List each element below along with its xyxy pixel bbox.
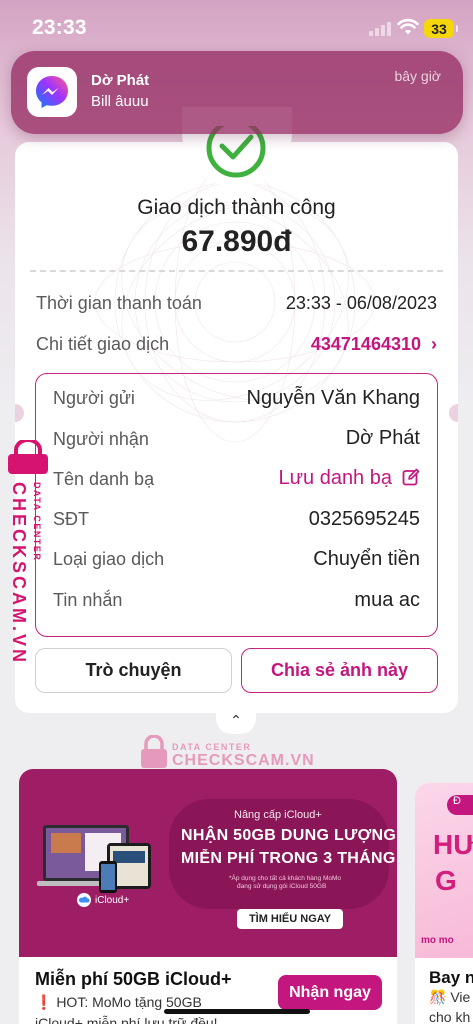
transaction-type-label: Loại giao dịch	[53, 549, 165, 569]
promo-card-icloud[interactable]: iCloud+ Nâng cấp iCloud+ NHẬN 50GB DUNG …	[19, 769, 397, 1024]
icloud-tag: iCloud+	[77, 893, 129, 907]
notification-time: bây giờ	[394, 68, 441, 84]
watermark-brand: CHECKSCAM.VN	[172, 752, 315, 769]
center-watermark: DATA CENTER CHECKSCAM.VN	[140, 735, 340, 775]
battery-indicator: 33	[424, 19, 458, 38]
card-notch-left	[15, 404, 24, 422]
battery-level: 33	[431, 20, 447, 37]
phone-label: SĐT	[53, 509, 89, 529]
sender-label: Người gửi	[53, 388, 135, 408]
promo-subtitle-2: iCloud+ miễn phí lưu trữ đều!	[35, 1015, 218, 1024]
cellular-signal-icon	[369, 22, 391, 36]
transaction-details-box: Người gửi Nguyễn Văn Khang Người nhận Dờ…	[35, 373, 438, 637]
wifi-icon	[397, 18, 419, 35]
banner-headline-1: NHẬN 50GB DUNG LƯỢNG	[181, 827, 397, 844]
promo2-pill: Đ	[447, 795, 473, 815]
promo2-subtitle-1: 🎊 Vie	[429, 989, 471, 1005]
save-contact-label: Lưu danh bạ	[278, 467, 393, 489]
notification-banner[interactable]: Dờ Phát Bill âuuu bây giờ	[11, 51, 463, 134]
promo-title: Miễn phí 50GB iCloud+	[35, 969, 232, 989]
devices-illustration	[37, 825, 151, 893]
transaction-id-link[interactable]: 43471464310 ›	[311, 334, 437, 355]
watermark-sub: DATA CENTER	[172, 742, 252, 752]
home-indicator[interactable]	[164, 1009, 310, 1014]
banner-headline-2: MIỄN PHÍ TRONG 3 THÁNG	[181, 850, 396, 867]
chevron-right-icon: ›	[431, 334, 437, 354]
recipient-value: Dờ Phát	[345, 427, 420, 449]
phone-value: 0325695245	[308, 508, 420, 530]
icloud-icon	[77, 893, 91, 907]
transaction-type-value: Chuyển tiền	[313, 548, 420, 570]
banner-learn-more-button[interactable]: TÌM HIỂU NGAY	[237, 909, 343, 929]
lock-icon	[141, 735, 167, 768]
icloud-tag-label: iCloud+	[95, 894, 130, 906]
claim-now-button[interactable]: Nhận ngay	[278, 975, 382, 1010]
transaction-amount: 67.890đ	[181, 225, 292, 258]
edit-icon	[402, 468, 420, 486]
promo2-banner: Đ HƯ G mo mo	[415, 783, 473, 958]
promo2-headline-2: G	[435, 865, 457, 896]
notification-title: Dờ Phát	[91, 72, 150, 89]
watermark-brand: CHECKSCAM.VN	[9, 482, 29, 666]
momo-logo: mo mo	[421, 935, 454, 946]
promo-card-flight[interactable]: Đ HƯ G mo mo Bay n 🎊 Vie cho kh	[415, 783, 473, 1024]
sender-value: Nguyễn Văn Khang	[246, 387, 420, 409]
promo-banner: iCloud+ Nâng cấp iCloud+ NHẬN 50GB DUNG …	[19, 769, 397, 957]
status-time: 23:33	[32, 16, 87, 39]
check-circle-icon	[206, 126, 266, 178]
messenger-icon	[27, 67, 77, 117]
transaction-status: Giao dịch thành công	[137, 196, 336, 219]
promo2-headline-1: HƯ	[433, 829, 473, 860]
share-image-button[interactable]: Chia sẻ ảnh này	[241, 648, 438, 693]
status-bar: 23:33 33	[0, 0, 473, 58]
banner-note-2: đang sử dụng gói iCloud 50GB	[237, 883, 327, 890]
payment-time-value: 23:33 - 06/08/2023	[285, 293, 437, 313]
chevron-up-icon: ⌃	[230, 712, 242, 728]
side-watermark: CHECKSCAM.VN DATA CENTER	[4, 440, 52, 665]
recipient-label: Người nhận	[53, 429, 149, 449]
contact-name-label: Tên danh bạ	[53, 469, 155, 489]
watermark-sub: DATA CENTER	[32, 482, 42, 562]
message-label: Tin nhắn	[53, 590, 123, 610]
promo2-subtitle-2: cho kh	[429, 1009, 471, 1024]
dashed-divider	[30, 270, 443, 272]
lock-icon	[8, 440, 48, 474]
collapse-handle[interactable]: ⌃	[216, 708, 256, 734]
notification-body: Bill âuuu	[91, 93, 149, 110]
card-notch-right	[449, 404, 458, 422]
banner-subheading: Nâng cấp iCloud+	[234, 809, 322, 821]
message-value: mua ac	[354, 589, 420, 611]
transaction-id: 43471464310	[310, 334, 421, 354]
payment-time-label: Thời gian thanh toán	[36, 293, 202, 313]
chat-button[interactable]: Trò chuyện	[35, 648, 232, 693]
banner-note-1: *Áp dụng cho tất cả khách hàng MoMo	[229, 875, 342, 882]
promo2-title: Bay n	[429, 968, 473, 987]
save-contact-link[interactable]: Lưu danh bạ	[279, 467, 421, 490]
transaction-detail-label: Chi tiết giao dịch	[36, 334, 170, 354]
